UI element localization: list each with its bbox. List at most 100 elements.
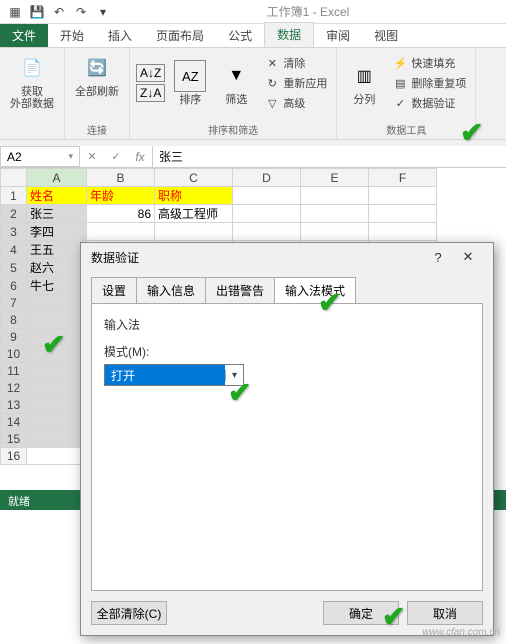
data-validation-dialog: 数据验证 ? ✕ 设置 输入信息 出错警告 输入法模式 输入法 模式(M): 打…	[80, 242, 494, 636]
cell[interactable]	[301, 205, 369, 223]
redo-icon[interactable]: ↷	[70, 2, 92, 22]
dialog-tab-ime-mode[interactable]: 输入法模式	[274, 277, 356, 303]
undo-icon[interactable]: ↶	[48, 2, 70, 22]
dialog-tab-error-alert[interactable]: 出错警告	[205, 277, 275, 303]
enter-formula-icon: ✓	[104, 150, 128, 163]
tab-review[interactable]: 审阅	[314, 24, 362, 47]
cell[interactable]: 年龄	[87, 187, 155, 205]
reapply-button[interactable]: ↻重新应用	[261, 74, 330, 92]
remove-duplicates-button[interactable]: ▤删除重复项	[389, 74, 469, 92]
column-header[interactable]: C	[155, 169, 233, 187]
name-box[interactable]: A2 ▾	[0, 146, 80, 167]
cell[interactable]	[27, 397, 87, 414]
dialog-tab-settings[interactable]: 设置	[91, 277, 137, 303]
tab-home[interactable]: 开始	[48, 24, 96, 47]
qat-dropdown-icon[interactable]: ▾	[92, 2, 114, 22]
row-header[interactable]: 10	[1, 346, 27, 363]
cell[interactable]	[27, 363, 87, 380]
cell[interactable]: 赵六	[27, 259, 87, 277]
row-header[interactable]: 6	[1, 277, 27, 295]
mode-select[interactable]: 打开 ▾	[104, 364, 244, 386]
column-header[interactable]: B	[87, 169, 155, 187]
cell[interactable]: 王五	[27, 241, 87, 259]
cell[interactable]: 牛七	[27, 277, 87, 295]
cell[interactable]	[27, 346, 87, 363]
clear-all-button[interactable]: 全部清除(C)	[91, 601, 167, 625]
row-header[interactable]: 3	[1, 223, 27, 241]
cell[interactable]: 李四	[27, 223, 87, 241]
tab-file[interactable]: 文件	[0, 24, 48, 47]
formula-input[interactable]: 张三	[152, 146, 506, 167]
save-icon[interactable]: 💾	[26, 2, 48, 22]
text-to-columns-button[interactable]: ▥ 分列	[343, 58, 385, 108]
cell[interactable]	[27, 431, 87, 448]
sort-button[interactable]: AZ 排序	[169, 58, 211, 108]
dialog-close-icon[interactable]: ✕	[453, 249, 483, 265]
get-external-data-button[interactable]: 📄 获取 外部数据	[6, 50, 58, 112]
flash-fill-button[interactable]: ⚡快速填充	[389, 54, 469, 72]
tab-insert[interactable]: 插入	[96, 24, 144, 47]
cell[interactable]	[369, 187, 437, 205]
watermark: www.cfan.com.cn	[422, 627, 500, 638]
cell[interactable]	[155, 223, 233, 241]
cell[interactable]: 高级工程师	[155, 205, 233, 223]
column-header[interactable]: D	[233, 169, 301, 187]
row-header[interactable]: 4	[1, 241, 27, 259]
cell[interactable]	[87, 223, 155, 241]
cell[interactable]	[27, 295, 87, 312]
row-header[interactable]: 1	[1, 187, 27, 205]
cell[interactable]	[233, 223, 301, 241]
sort-az-icon[interactable]: A↓Z	[136, 64, 165, 82]
tab-pagelayout[interactable]: 页面布局	[144, 24, 216, 47]
mode-field-label: 模式(M):	[104, 343, 470, 360]
cell[interactable]	[27, 414, 87, 431]
row-header[interactable]: 14	[1, 414, 27, 431]
cell[interactable]	[301, 223, 369, 241]
cell[interactable]	[301, 187, 369, 205]
column-header[interactable]: A	[27, 169, 87, 187]
row-header[interactable]: 5	[1, 259, 27, 277]
excel-icon: ▦	[4, 2, 26, 22]
advanced-filter-button[interactable]: ▽高级	[261, 94, 330, 112]
cell[interactable]	[233, 187, 301, 205]
filter-button[interactable]: ▼ 筛选	[215, 58, 257, 108]
namebox-dropdown-icon[interactable]: ▾	[68, 151, 73, 162]
row-header[interactable]: 11	[1, 363, 27, 380]
ime-section-label: 输入法	[104, 316, 470, 333]
tab-formulas[interactable]: 公式	[216, 24, 264, 47]
chevron-down-icon[interactable]: ▾	[225, 370, 243, 381]
row-header[interactable]: 2	[1, 205, 27, 223]
row-header[interactable]: 16	[1, 448, 27, 465]
cell[interactable]: 张三	[27, 205, 87, 223]
tab-data[interactable]: 数据	[264, 22, 314, 47]
column-header[interactable]: F	[369, 169, 437, 187]
dialog-help-icon[interactable]: ?	[423, 250, 453, 265]
ok-button[interactable]: 确定	[323, 601, 399, 625]
cancel-button[interactable]: 取消	[407, 601, 483, 625]
cell[interactable]	[369, 223, 437, 241]
cell[interactable]: 职称	[155, 187, 233, 205]
cell[interactable]: 86	[87, 205, 155, 223]
cell[interactable]	[27, 312, 87, 329]
advanced-icon: ▽	[264, 95, 280, 111]
data-validation-button[interactable]: ✓数据验证	[389, 94, 469, 112]
row-header[interactable]: 15	[1, 431, 27, 448]
clear-filter-button[interactable]: ✕清除	[261, 54, 330, 72]
cell[interactable]	[233, 205, 301, 223]
row-header[interactable]: 13	[1, 397, 27, 414]
cell[interactable]	[27, 380, 87, 397]
row-header[interactable]: 7	[1, 295, 27, 312]
row-header[interactable]: 8	[1, 312, 27, 329]
tab-view[interactable]: 视图	[362, 24, 410, 47]
dialog-tab-input-message[interactable]: 输入信息	[136, 277, 206, 303]
fx-icon[interactable]: fx	[128, 150, 152, 164]
cell[interactable]	[27, 329, 87, 346]
row-header[interactable]: 12	[1, 380, 27, 397]
column-header[interactable]: E	[301, 169, 369, 187]
cell[interactable]	[27, 448, 87, 465]
refresh-all-button[interactable]: 🔄 全部刷新	[71, 50, 123, 100]
cell[interactable]	[369, 205, 437, 223]
sort-za-icon[interactable]: Z↓A	[136, 84, 165, 102]
row-header[interactable]: 9	[1, 329, 27, 346]
cell[interactable]: 姓名	[27, 187, 87, 205]
